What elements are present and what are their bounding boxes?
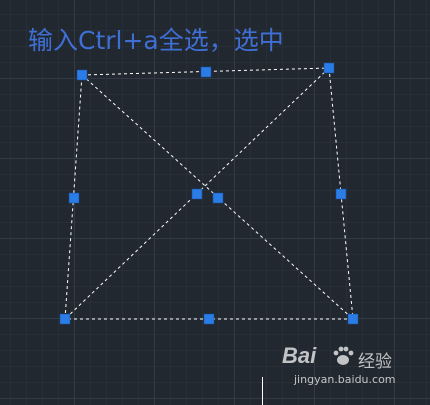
crosshair-cursor — [262, 377, 263, 405]
watermark-brand: 经验 — [358, 352, 392, 372]
grip-right-mid[interactable] — [335, 188, 347, 200]
watermark-url: jingyan.baidu.com — [294, 373, 396, 386]
paw-icon — [333, 346, 354, 365]
grip-top-right[interactable] — [323, 62, 335, 74]
grip-center-a[interactable] — [191, 188, 203, 200]
grip-left-mid[interactable] — [68, 192, 80, 204]
grip-center-b[interactable] — [212, 192, 224, 204]
grip-top-mid[interactable] — [200, 66, 212, 78]
watermark-logo: Bai — [282, 343, 317, 368]
grip-bottom-right[interactable] — [347, 313, 359, 325]
baidu-jingyan-watermark: Bai 经验 jingyan.baidu.com — [282, 343, 406, 391]
grip-bottom-left[interactable] — [59, 313, 71, 325]
grip-top-left[interactable] — [76, 69, 88, 81]
grip-bottom-mid[interactable] — [203, 313, 215, 325]
